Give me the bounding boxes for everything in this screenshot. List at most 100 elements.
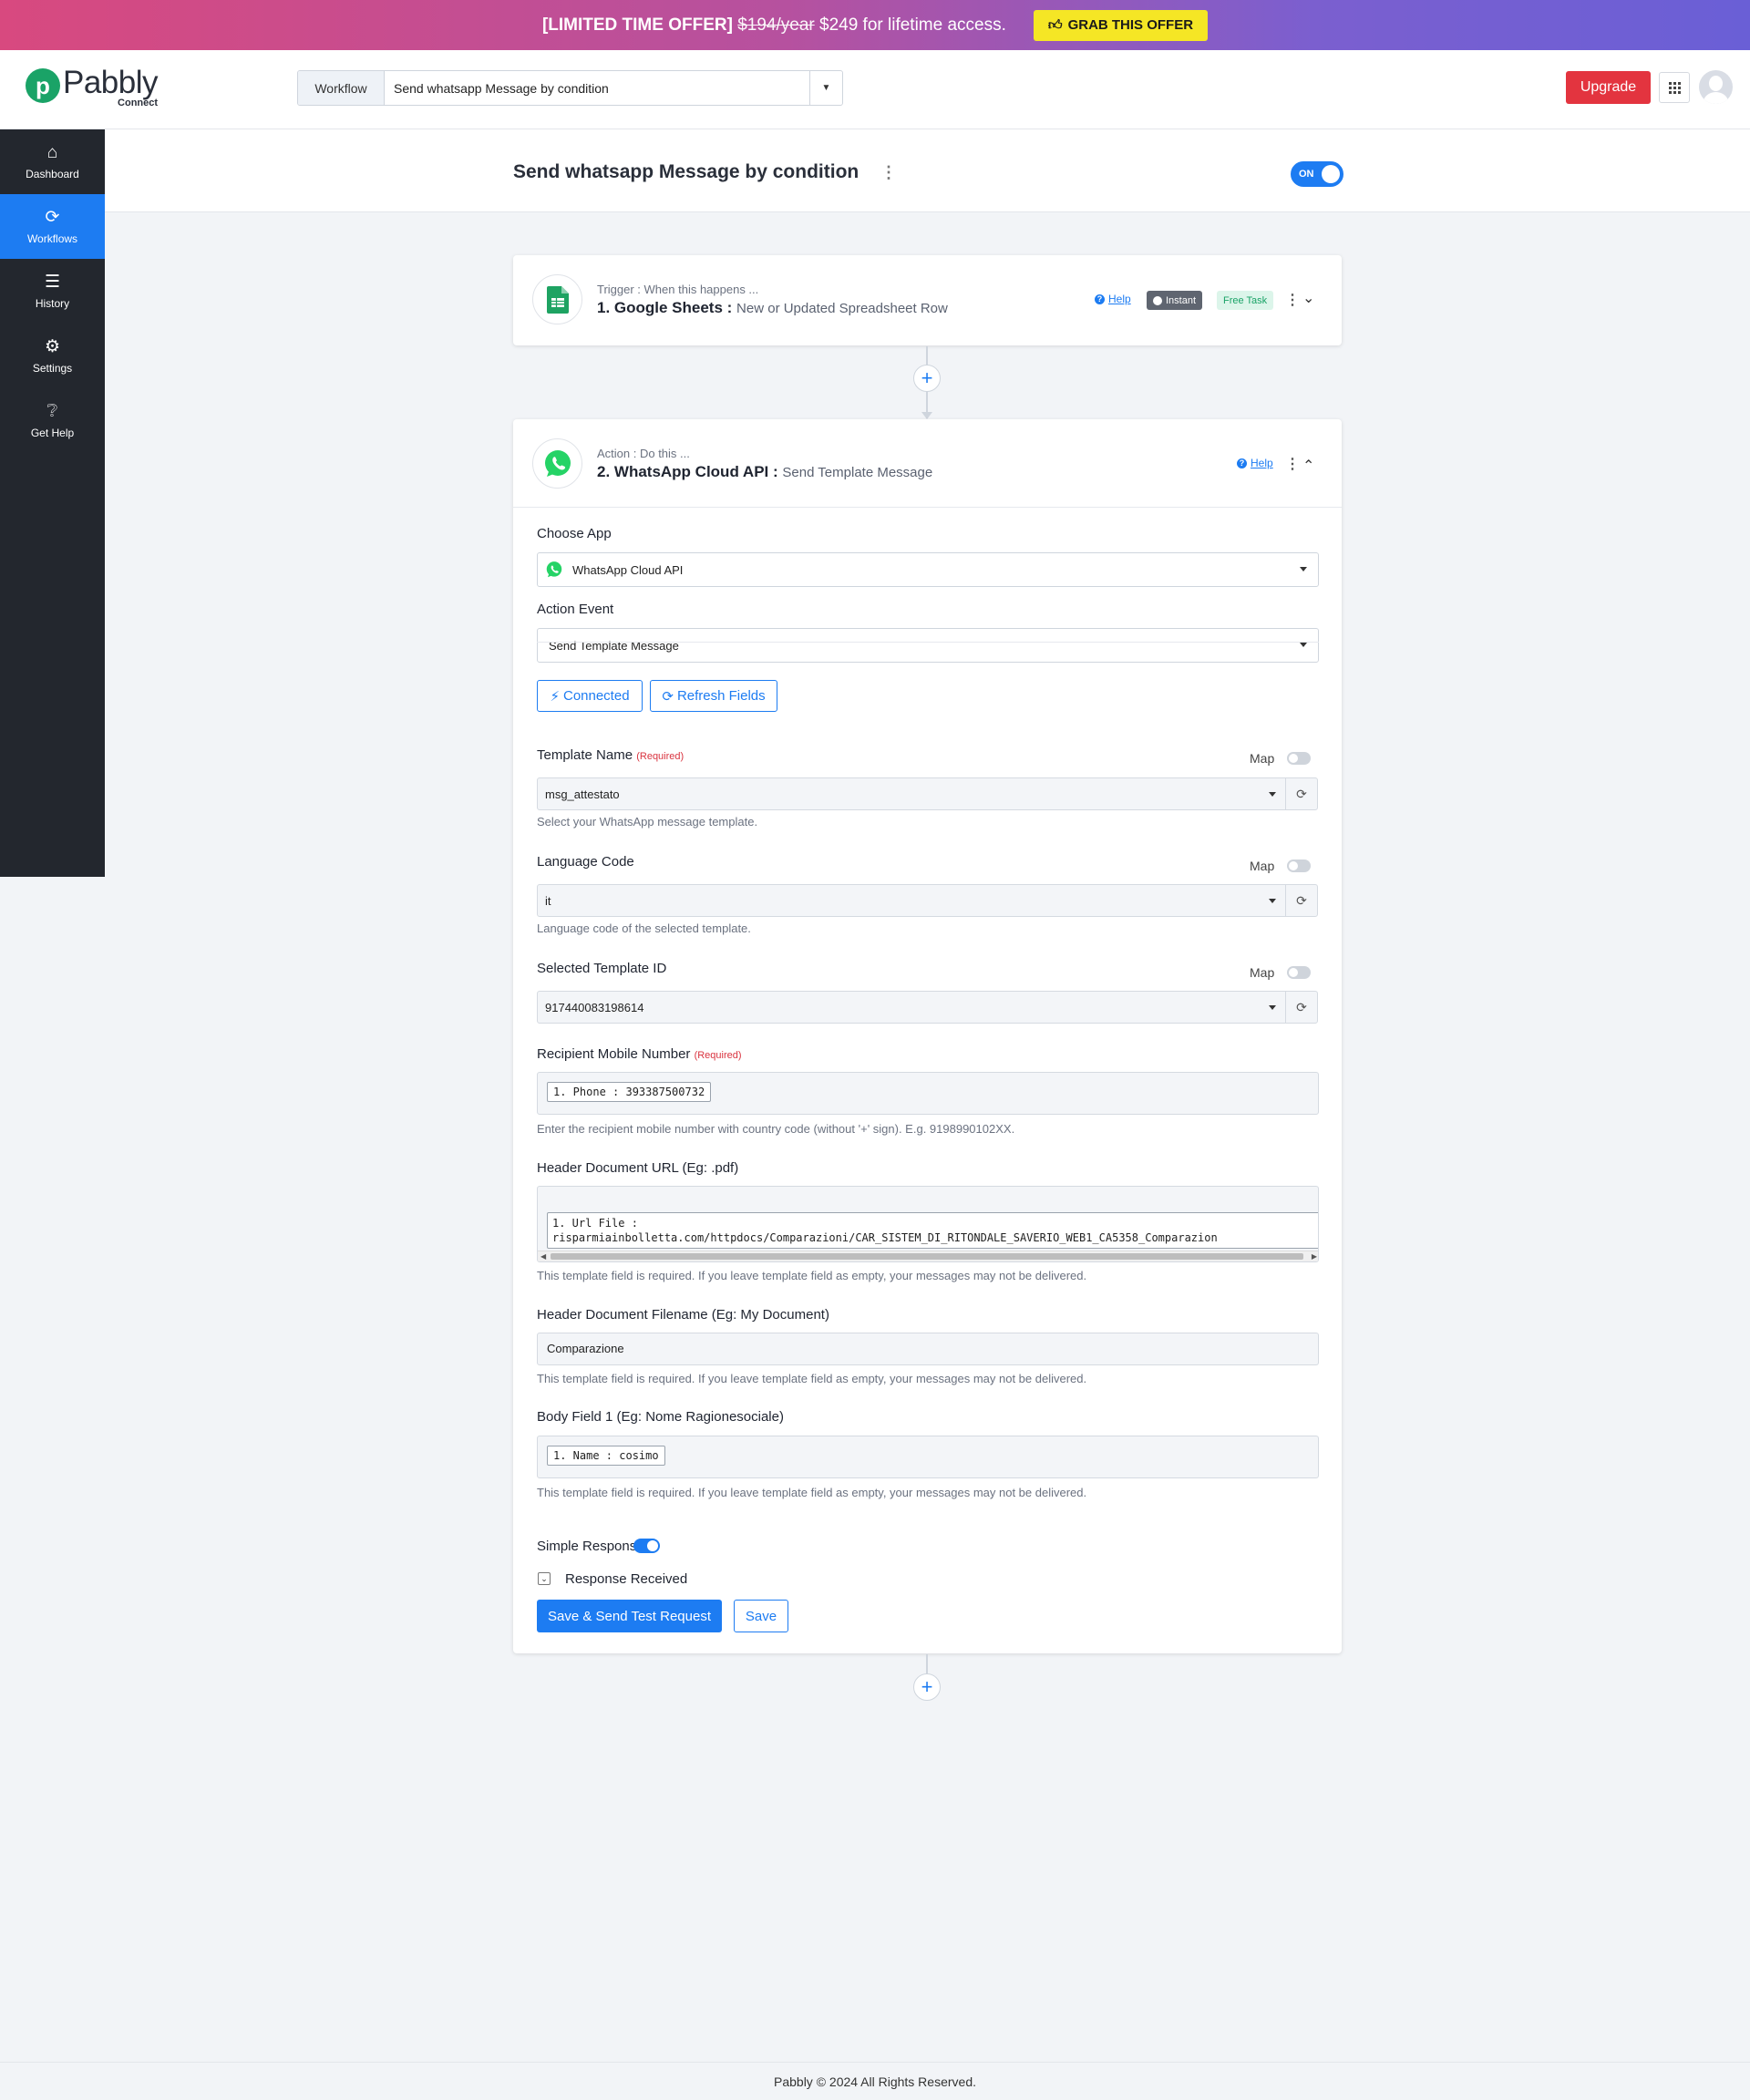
caret-down-icon: [1269, 899, 1276, 903]
add-step-icon[interactable]: +: [913, 1673, 941, 1701]
workflow-label: Workflow: [298, 71, 385, 105]
apps-grid-icon[interactable]: [1659, 72, 1690, 103]
history-list-icon: ☰: [44, 272, 61, 292]
refresh-icon[interactable]: ⟳: [1285, 777, 1318, 810]
caret-down-icon[interactable]: ▼: [809, 71, 842, 105]
promo-text: [LIMITED TIME OFFER] $194/year $249 for …: [541, 15, 1006, 35]
sidebar-item-settings[interactable]: ⚙ Settings: [0, 324, 105, 388]
template-id-label: Selected Template ID: [537, 961, 667, 976]
sidebar-item-label: Get Help: [30, 426, 75, 439]
upgrade-button[interactable]: Upgrade: [1566, 71, 1651, 104]
map-label: Map: [1250, 965, 1275, 980]
sidebar-item-label: Workflows: [26, 232, 78, 245]
thumbs-up-icon: 👍︎: [1047, 16, 1063, 33]
footer: Pabbly © 2024 All Rights Reserved.: [0, 2062, 1750, 2100]
action-event-label: Action Event: [537, 602, 614, 617]
gear-icon: ⚙: [44, 336, 61, 356]
simple-response-toggle[interactable]: [633, 1539, 660, 1553]
chevron-down-icon[interactable]: ⌄: [1302, 292, 1314, 306]
user-avatar[interactable]: [1699, 70, 1733, 104]
body-field-hint: This template field is required. If you …: [537, 1486, 1087, 1499]
action-help-link[interactable]: ? Help: [1237, 457, 1273, 469]
trigger-kind: Trigger : When this happens ...: [597, 283, 759, 296]
workflow-status-toggle[interactable]: ON: [1291, 161, 1343, 187]
arrow-down-icon: [921, 412, 932, 419]
workflow-title[interactable]: Send whatsapp Message by condition: [513, 161, 859, 183]
connected-button[interactable]: ⚡︎ Connected: [537, 680, 643, 712]
doc-url-input[interactable]: 1. Url File : risparmiainbolletta.com/ht…: [537, 1186, 1319, 1262]
free-task-badge: Free Task: [1217, 291, 1274, 310]
save-button[interactable]: Save: [734, 1600, 788, 1632]
mapped-field-chip[interactable]: 1. Url File : risparmiainbolletta.com/ht…: [547, 1212, 1318, 1249]
trigger-step-card[interactable]: Trigger : When this happens ... 1. Googl…: [513, 255, 1342, 345]
doc-url-hint: This template field is required. If you …: [537, 1269, 1087, 1282]
add-step-icon[interactable]: +: [913, 365, 941, 392]
choose-app-select[interactable]: WhatsApp Cloud API: [537, 552, 1319, 587]
plug-icon: ⚡︎: [550, 688, 560, 705]
promo-banner: [LIMITED TIME OFFER] $194/year $249 for …: [0, 0, 1750, 50]
logo-mark-icon: p: [26, 68, 60, 103]
action-event-select[interactable]: Send Template Message: [537, 628, 1319, 663]
instant-badge: Instant: [1147, 291, 1203, 310]
caret-down-icon: [1269, 1005, 1276, 1010]
refresh-icon[interactable]: ⟳: [1285, 991, 1318, 1024]
body-field-input[interactable]: 1. Name : cosimo: [537, 1436, 1319, 1478]
map-label: Map: [1250, 859, 1275, 873]
mapped-field-chip[interactable]: 1. Phone : 393387500732: [547, 1082, 712, 1102]
action-event-value: Send Template Message: [549, 638, 679, 653]
refresh-icon: ⟳: [662, 688, 674, 705]
template-name-select[interactable]: msg_attestato: [537, 777, 1286, 810]
sidebar-item-get-help[interactable]: ❔︎ Get Help: [0, 388, 105, 453]
sidebar-item-workflows[interactable]: ⟳ Workflows: [0, 194, 105, 259]
workflow-select-value[interactable]: Send whatsapp Message by condition: [385, 71, 809, 105]
toggle-label: ON: [1299, 169, 1314, 180]
simple-response-label: Simple Response: [537, 1539, 644, 1554]
trigger-title: 1. Google Sheets : New or Updated Spread…: [597, 299, 948, 316]
recipient-hint: Enter the recipient mobile number with c…: [537, 1122, 1015, 1136]
caret-down-icon: [1300, 643, 1307, 647]
sidebar-item-history[interactable]: ☰ History: [0, 259, 105, 324]
pabbly-logo[interactable]: p Pabbly Connect: [26, 67, 159, 108]
language-code-select[interactable]: it: [537, 884, 1286, 917]
top-navbar: p Pabbly Connect Workflow Send whatsapp …: [0, 50, 1750, 129]
doc-filename-hint: This template field is required. If you …: [537, 1372, 1087, 1385]
mapped-field-chip[interactable]: 1. Name : cosimo: [547, 1446, 665, 1466]
map-label: Map: [1250, 751, 1275, 766]
kebab-menu-icon[interactable]: ⋮: [1285, 293, 1300, 308]
workflow-icon: ⟳: [45, 207, 60, 227]
sidebar-item-dashboard[interactable]: ⌂ Dashboard: [0, 129, 105, 194]
action-kind: Action : Do this ...: [597, 447, 690, 460]
action-title: 2. WhatsApp Cloud API : Send Template Me…: [597, 463, 933, 480]
sidebar-item-label: History: [35, 296, 70, 310]
chevron-up-icon[interactable]: ⌃: [1302, 459, 1314, 474]
doc-filename-label: Header Document Filename (Eg: My Documen…: [537, 1307, 829, 1323]
map-toggle[interactable]: [1287, 966, 1311, 979]
grab-offer-button[interactable]: 👍︎ GRAB THIS OFFER: [1033, 9, 1209, 41]
template-id-select[interactable]: 917440083198614: [537, 991, 1286, 1024]
map-toggle[interactable]: [1287, 860, 1311, 872]
save-send-test-button[interactable]: Save & Send Test Request: [537, 1600, 722, 1632]
template-name-label: Template Name (Required): [537, 747, 685, 763]
doc-url-label: Header Document URL (Eg: .pdf): [537, 1160, 739, 1176]
sidebar-item-label: Dashboard: [26, 167, 79, 180]
caret-down-icon: [1300, 567, 1307, 571]
horizontal-scrollbar[interactable]: ◀ ▶: [538, 1251, 1318, 1261]
choose-app-label: Choose App: [537, 526, 612, 541]
recipient-label: Recipient Mobile Number (Required): [537, 1046, 742, 1062]
recipient-input[interactable]: 1. Phone : 393387500732: [537, 1072, 1319, 1115]
template-name-hint: Select your WhatsApp message template.: [537, 815, 758, 829]
map-toggle[interactable]: [1287, 752, 1311, 765]
refresh-icon[interactable]: ⟳: [1285, 884, 1318, 917]
workflow-selector[interactable]: Workflow Send whatsapp Message by condit…: [297, 70, 843, 106]
choose-app-value: WhatsApp Cloud API: [572, 562, 684, 577]
kebab-menu-icon[interactable]: ⋮: [1285, 458, 1300, 472]
refresh-fields-button[interactable]: ⟳ Refresh Fields: [650, 680, 777, 712]
sidebar-item-label: Settings: [32, 361, 73, 375]
kebab-menu-icon[interactable]: ⋮: [880, 164, 897, 180]
trigger-help-link[interactable]: ? Help: [1095, 293, 1131, 305]
response-received-checkbox[interactable]: ⌄: [538, 1572, 551, 1585]
google-sheets-icon: [532, 274, 582, 324]
question-icon: ?: [1237, 458, 1247, 468]
response-received-label: Response Received: [565, 1571, 688, 1587]
doc-filename-input[interactable]: Comparazione: [537, 1333, 1319, 1365]
